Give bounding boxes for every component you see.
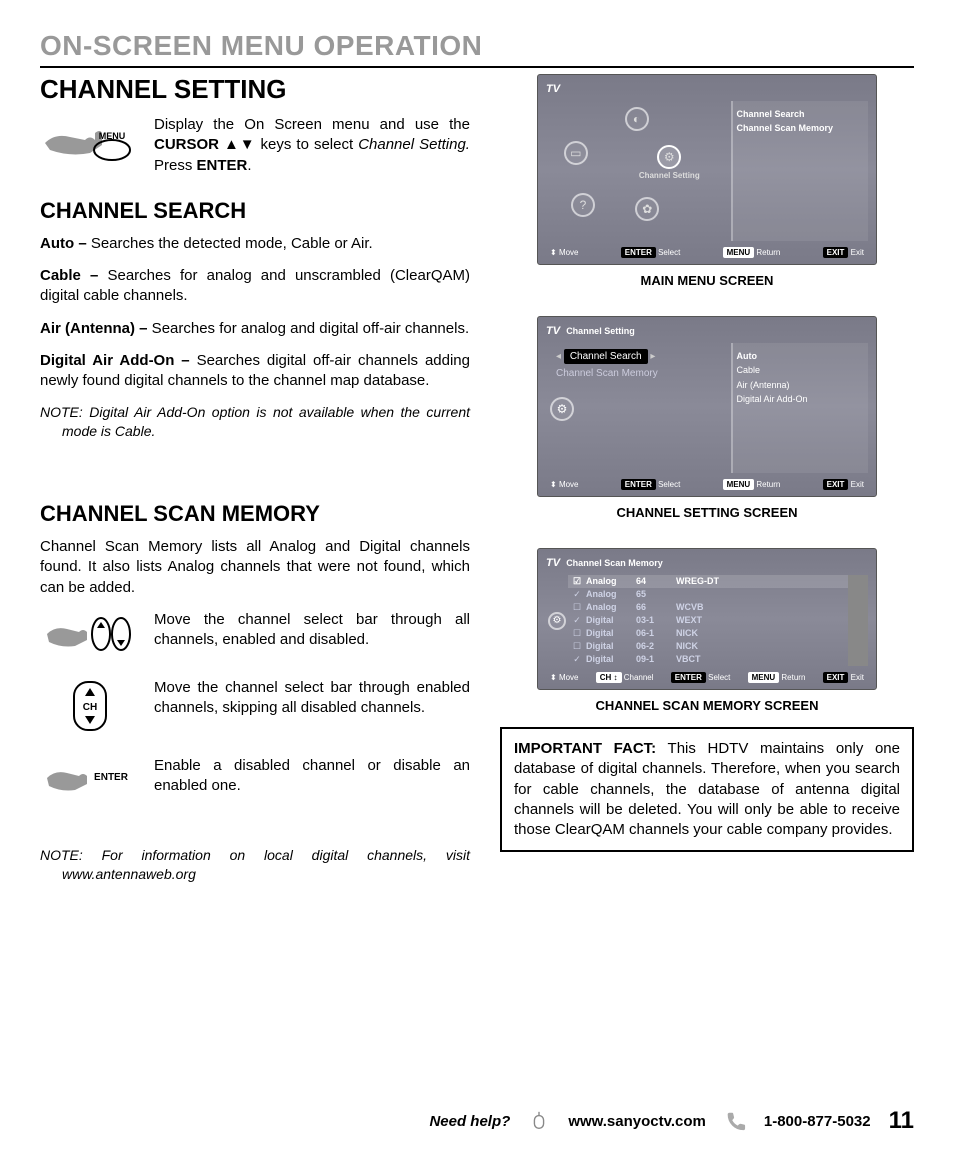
phone-icon [724,1110,746,1132]
memory-row: ☐Digital06-1NICK [568,627,848,640]
updown-hand-icon [40,610,140,656]
svg-text:ENTER: ENTER [94,772,129,783]
page-header: ON-SCREEN MENU OPERATION [40,30,914,68]
main-menu-caption: MAIN MENU SCREEN [500,273,914,288]
svg-text:CH: CH [83,702,97,713]
memory-row-1: Move the channel select bar through all … [154,610,470,651]
memory-row: ☑Analog64WREG-DT [568,575,848,588]
ch-button-icon: CH [40,678,140,734]
channel-scan-memory-screen: TV Channel Scan Memory ⚙ ☑Analog64WREG-D… [537,548,877,690]
channel-search-title: CHANNEL SEARCH [40,198,470,224]
memory-row-3: Enable a disabled channel or disable an … [154,756,470,797]
memory-note: NOTE: For information on local digital c… [40,846,470,884]
page-number: 11 [889,1107,914,1135]
search-note: NOTE: Digital Air Add-On option is not a… [40,403,470,441]
memory-row: ☐Digital06-2NICK [568,640,848,653]
need-help-label: Need help? [429,1113,510,1130]
left-column: CHANNEL SETTING MENU Display the On Scre… [40,74,470,884]
search-item-air: Air (Antenna) – Searches for analog and … [40,319,470,339]
search-item-auto: Auto – Searches the detected mode, Cable… [40,234,470,254]
right-column: TV ◐ ▭ ⚙Channel Setting ? ✿ Channel Sear… [500,74,914,884]
main-menu-screen: TV ◐ ▭ ⚙Channel Setting ? ✿ Channel Sear… [537,74,877,265]
memory-intro: Channel Scan Memory lists all Analog and… [40,537,470,598]
intro-text: Display the On Screen menu and use the C… [154,115,470,176]
memory-row: ✓Digital09-1VBCT [568,653,848,666]
memory-row: ✓Analog65 [568,588,848,601]
channel-setting-caption: CHANNEL SETTING SCREEN [500,505,914,520]
channel-scan-memory-caption: CHANNEL SCAN MEMORY SCREEN [500,698,914,713]
memory-row: ☐Analog66WCVB [568,601,848,614]
channel-setting-title: CHANNEL SETTING [40,74,470,105]
footer-phone: 1-800-877-5032 [764,1113,871,1130]
channel-setting-screen: TV Channel Setting ◂ Channel Search ▸ Ch… [537,316,877,497]
menu-label: MENU [99,131,126,141]
search-item-addon: Digital Air Add-On – Searches digital of… [40,351,470,392]
mouse-icon [528,1110,550,1132]
search-item-cable: Cable – Searches for analog and unscramb… [40,266,470,307]
page-footer: Need help? www.sanyoctv.com 1-800-877-50… [40,1107,914,1135]
channel-scan-memory-title: CHANNEL SCAN MEMORY [40,501,470,527]
footer-url: www.sanyoctv.com [568,1113,706,1130]
memory-row: ✓Digital03-1WEXT [568,614,848,627]
memory-row-2: Move the channel select bar through enab… [154,678,470,719]
enter-hand-icon: ENTER [40,756,140,796]
menu-hand-icon: MENU [40,115,140,165]
important-fact-box: IMPORTANT FACT: This HDTV maintains only… [500,727,914,852]
